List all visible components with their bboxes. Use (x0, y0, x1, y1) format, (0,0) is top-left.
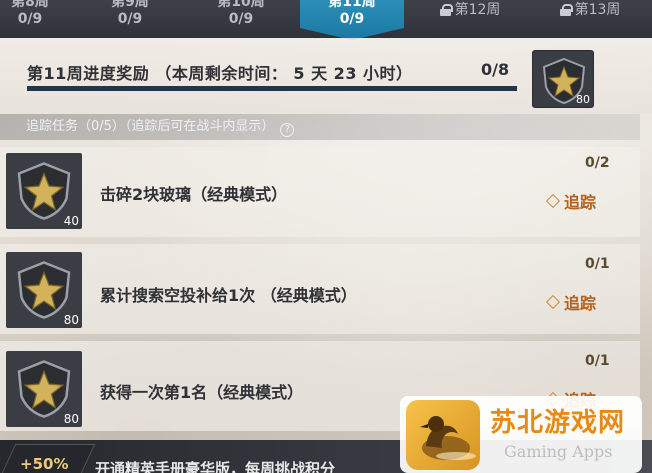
tab-week-9-label: 第9周 (111, 0, 149, 10)
tab-week-9-progress: 0/9 (117, 11, 143, 27)
task-reward-item[interactable]: 80 (6, 351, 82, 427)
tracking-tasks-label: 追踪任务（0/5）（追踪后可在战斗内显示） (26, 119, 275, 134)
duck-logo-graphic (420, 416, 476, 460)
watermark-title: 苏北游戏网 (490, 408, 626, 438)
task-row: 40 击碎2块玻璃（经典模式） 0/2 追踪 (0, 147, 640, 237)
task-reward-count: 80 (63, 313, 79, 327)
weekly-reward-title: 第11周进度奖励 （本周剩余时间： 5 天 23 小时） (27, 64, 413, 83)
task-name: 累计搜索空投补给1次 （经典模式） (100, 286, 357, 305)
tab-week-11[interactable]: 第11周 0/9 (300, 0, 404, 40)
task-reward-count: 80 (63, 412, 79, 426)
help-icon[interactable]: ? (280, 123, 295, 137)
task-progress: 0/1 (585, 353, 610, 369)
week-tabs: 第8周 0/9 第9周 0/9 第10周 0/9 第11周 0/9 第12周 第… (0, 0, 652, 40)
tab-week-9[interactable]: 第9周 0/9 (90, 0, 170, 38)
weekly-reward-progress: 0/8 (481, 60, 510, 79)
tab-week-8[interactable]: 第8周 0/9 (0, 0, 60, 38)
tab-week-8-label: 第8周 (11, 0, 49, 10)
site-watermark: 苏北游戏网 Gaming Apps (400, 396, 642, 473)
task-progress: 0/1 (585, 256, 610, 272)
track-button-label: 追踪 (564, 193, 597, 212)
tab-week-12-label: 第12周 (454, 2, 501, 18)
diamond-icon (545, 193, 561, 209)
tab-week-10[interactable]: 第10周 0/9 (198, 0, 284, 38)
weekly-reward-header: 第11周进度奖励 （本周剩余时间： 5 天 23 小时） 0/8 80 (0, 38, 652, 114)
diamond-icon (545, 294, 561, 310)
task-name: 击碎2块玻璃（经典模式） (100, 185, 288, 204)
reward-count: 80 (576, 93, 590, 106)
star-shield-icon (17, 360, 71, 418)
star-shield-icon (17, 162, 71, 220)
tab-week-10-label: 第10周 (217, 0, 265, 10)
task-reward-item[interactable]: 40 (6, 153, 82, 229)
star-shield-icon (17, 261, 71, 319)
task-name: 获得一次第1名（经典模式） (100, 383, 304, 402)
tab-week-10-progress: 0/9 (228, 11, 254, 27)
track-button-label: 追踪 (564, 294, 597, 313)
duck-logo-icon (406, 400, 480, 470)
promo-text: 开通精英手册豪华版，每周挑战积分 (95, 460, 336, 473)
tab-week-11-progress: 0/9 (339, 11, 365, 27)
bonus-badge-text: +50% (20, 455, 69, 473)
tab-week-13-label: 第13周 (574, 2, 621, 18)
lock-icon (439, 4, 453, 16)
tab-week-8-progress: 0/9 (17, 11, 43, 27)
watermark-subtitle: Gaming Apps (504, 442, 613, 461)
track-button[interactable]: 追踪 (545, 189, 597, 213)
weekly-reward-item[interactable]: 80 (532, 50, 594, 108)
track-button[interactable]: 追踪 (545, 290, 597, 314)
tab-week-12[interactable]: 第12周 (420, 0, 520, 29)
tab-week-13[interactable]: 第13周 (540, 0, 640, 29)
weekly-progress-bar (27, 86, 517, 91)
task-reward-count: 40 (63, 214, 79, 228)
task-progress: 0/2 (585, 155, 610, 171)
tracking-tasks-header: 追踪任务（0/5）（追踪后可在战斗内显示）? (0, 114, 640, 140)
lock-icon (559, 4, 573, 16)
tab-week-11-label: 第11周 (328, 0, 376, 10)
task-row: 80 累计搜索空投补给1次 （经典模式） 0/1 追踪 (0, 244, 640, 334)
task-reward-item[interactable]: 80 (6, 252, 82, 328)
